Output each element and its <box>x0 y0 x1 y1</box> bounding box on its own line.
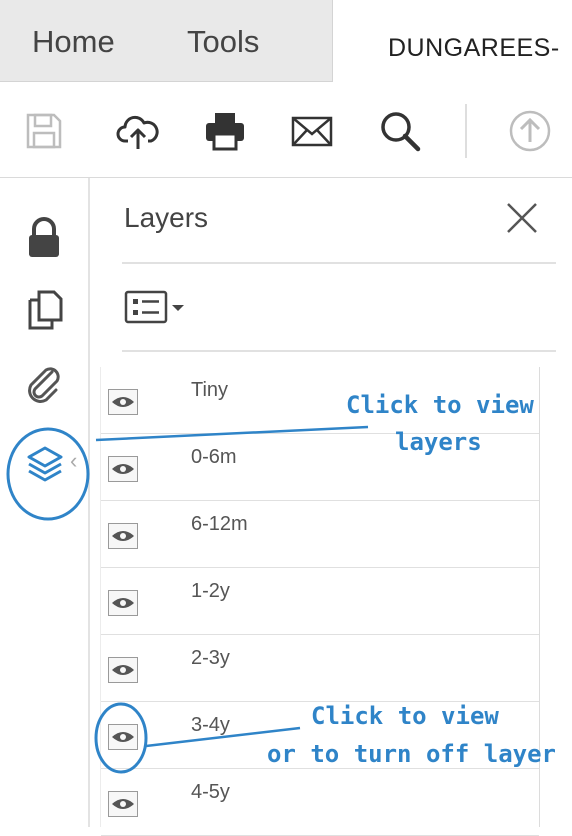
layer-row: 6-12m <box>101 501 539 568</box>
layers-icon[interactable] <box>23 442 67 486</box>
layer-label: 1-2y <box>191 580 230 602</box>
layer-label: Tiny <box>191 379 229 401</box>
share-icon[interactable] <box>508 109 552 153</box>
divider <box>122 350 556 352</box>
layer-row: 1-2y <box>101 568 539 635</box>
eye-icon[interactable] <box>108 523 138 549</box>
eye-icon[interactable] <box>108 389 138 415</box>
tab-document[interactable]: DUNGAREES- <box>388 34 560 63</box>
divider <box>122 262 556 264</box>
layer-label: 0-6m <box>191 446 237 468</box>
layer-label: 4-5y <box>191 781 230 803</box>
annotation-text: Click to view <box>311 702 499 730</box>
layer-row: 4-5y <box>101 769 539 836</box>
pages-icon[interactable] <box>24 288 68 332</box>
email-icon[interactable] <box>290 109 334 153</box>
tab-bar: Home Tools DUNGAREES- <box>0 0 572 82</box>
tab-home[interactable]: Home <box>32 24 115 60</box>
print-icon[interactable] <box>203 109 247 153</box>
attachment-icon[interactable] <box>22 362 66 406</box>
eye-icon[interactable] <box>108 791 138 817</box>
layer-label: 2-3y <box>191 647 230 669</box>
eye-icon[interactable] <box>108 456 138 482</box>
annotation-text: Click to view <box>346 391 534 419</box>
cloud-upload-icon[interactable] <box>116 109 160 153</box>
layer-row: 2-3y <box>101 635 539 702</box>
search-icon[interactable] <box>378 109 422 153</box>
left-rail <box>0 178 90 827</box>
panel-title: Layers <box>124 202 209 233</box>
eye-icon[interactable] <box>108 657 138 683</box>
collapse-caret-icon[interactable]: ‹ <box>70 448 77 474</box>
layer-label: 3-4y <box>191 714 230 736</box>
layer-label: 6-12m <box>191 513 248 535</box>
tab-group: Home Tools <box>0 0 333 82</box>
close-icon[interactable] <box>504 200 540 236</box>
save-icon[interactable] <box>22 109 66 153</box>
eye-icon[interactable] <box>108 590 138 616</box>
options-menu-icon[interactable] <box>124 290 192 324</box>
eye-icon[interactable] <box>108 724 138 750</box>
toolbar-divider <box>465 104 467 158</box>
annotation-text: or to turn off layer <box>267 740 556 768</box>
tab-tools[interactable]: Tools <box>187 24 259 60</box>
toolbar <box>0 82 572 178</box>
lock-icon[interactable] <box>22 215 66 259</box>
annotation-text: layers <box>395 428 482 456</box>
